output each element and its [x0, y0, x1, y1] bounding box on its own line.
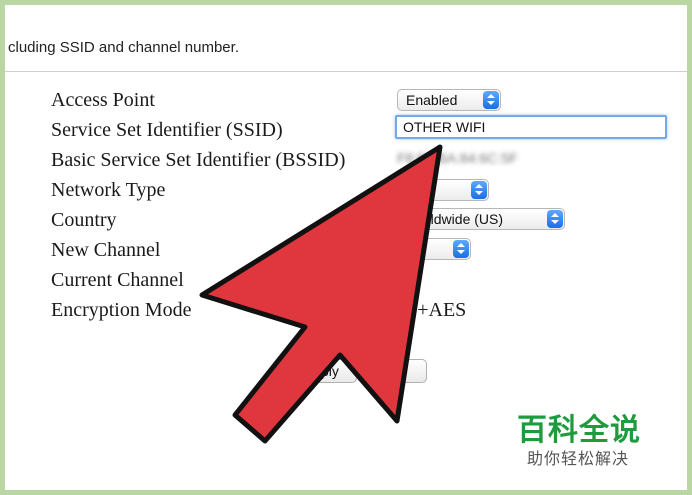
router-settings-panel: cluding SSID and channel number. Access … [5, 5, 687, 490]
screenshot-frame: cluding SSID and channel number. Access … [0, 0, 692, 495]
watermark-subtitle: 助你轻松解决 [527, 451, 630, 468]
watermark-title: 百科全说 [517, 414, 641, 447]
